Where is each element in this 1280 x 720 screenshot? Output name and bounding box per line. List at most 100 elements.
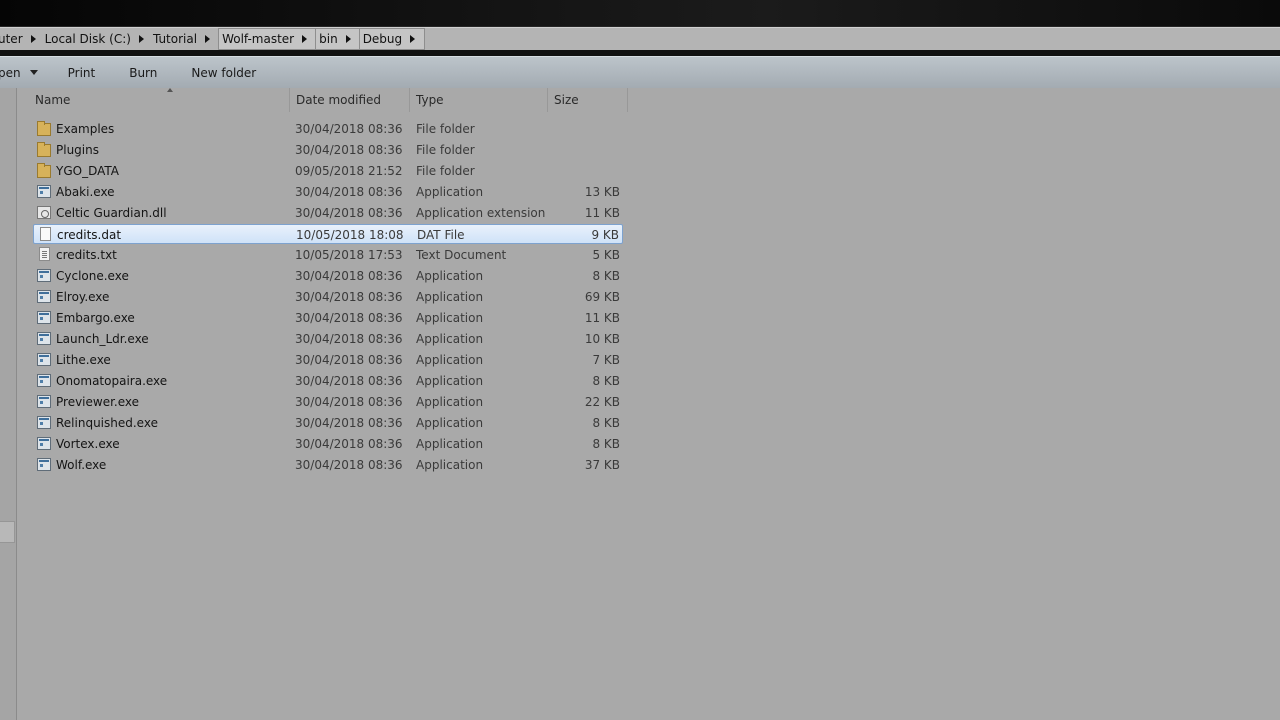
- file-size: 8 KB: [592, 374, 620, 388]
- dll-icon: [37, 206, 51, 219]
- file-type: File folder: [416, 164, 475, 178]
- file-row[interactable]: Onomatopaira.exe 30/04/2018 08:36 Applicat…: [33, 371, 623, 391]
- navigation-pane[interactable]: [0, 88, 17, 720]
- file-name: Examples: [56, 122, 115, 136]
- breadcrumb-debug[interactable]: Debug: [358, 28, 426, 50]
- application-icon: [37, 290, 51, 303]
- breadcrumb-arrow-icon[interactable]: [30, 35, 36, 43]
- file-date-modified: 30/04/2018 08:36: [295, 395, 403, 409]
- window-title-bar: [0, 0, 1280, 26]
- breadcrumb-bin[interactable]: bin: [315, 28, 361, 50]
- open-button-label: pen: [0, 65, 21, 80]
- file-size: 8 KB: [592, 269, 620, 283]
- file-row[interactable]: Cyclone.exe 30/04/2018 08:36 Application 8 …: [33, 266, 623, 286]
- breadcrumb-arrow-icon[interactable]: [138, 35, 144, 43]
- breadcrumb-label: uter: [0, 32, 23, 46]
- file-date-modified: 30/04/2018 08:36: [295, 122, 403, 136]
- breadcrumb-local-disk[interactable]: Local Disk (C:): [45, 29, 153, 49]
- print-button[interactable]: Print: [60, 61, 104, 85]
- file-row[interactable]: Abaki.exe 30/04/2018 08:36 Application 13 K…: [33, 182, 623, 202]
- column-header-label: Name: [35, 93, 71, 107]
- file-row[interactable]: Wolf.exe 30/04/2018 08:36 Application 37 KB: [33, 455, 623, 475]
- file-date-modified: 30/04/2018 08:36: [295, 458, 403, 472]
- file-row[interactable]: Lithe.exe 30/04/2018 08:36 Application 7 KB: [33, 350, 623, 370]
- file-name: Vortex.exe: [56, 437, 120, 451]
- application-icon: [37, 416, 51, 429]
- file-row[interactable]: Examples 30/04/2018 08:36 File folder: [33, 119, 623, 139]
- column-header-name[interactable]: Name: [29, 88, 290, 112]
- file-name: Lithe.exe: [56, 353, 111, 367]
- address-bar[interactable]: uter Local Disk (C:) Tutorial Wolf-maste…: [0, 27, 1280, 51]
- breadcrumb-arrow-icon[interactable]: [302, 35, 308, 43]
- breadcrumb-arrow-icon[interactable]: [345, 35, 351, 43]
- file-name: credits.dat: [57, 228, 122, 242]
- file-name: Embargo.exe: [56, 311, 135, 325]
- folder-icon: [37, 142, 51, 157]
- file-type: Application: [416, 332, 484, 346]
- file-type: Application: [416, 374, 484, 388]
- breadcrumb-label: Debug: [362, 32, 403, 46]
- file-name: Celtic Guardian.dll: [56, 206, 167, 220]
- column-header-size[interactable]: Size: [548, 88, 628, 112]
- file-name: Relinquished.exe: [56, 416, 158, 430]
- file-size: 37 KB: [584, 458, 620, 472]
- new-folder-button[interactable]: New folder: [183, 61, 264, 85]
- file-name: Cyclone.exe: [56, 269, 129, 283]
- burn-button[interactable]: Burn: [121, 61, 165, 85]
- file-size: 9 KB: [591, 228, 619, 242]
- application-icon: [37, 311, 51, 324]
- column-header-date[interactable]: Date modified: [290, 88, 410, 112]
- file-size: 7 KB: [592, 353, 620, 367]
- file-row[interactable]: Embargo.exe 30/04/2018 08:36 Application 11…: [33, 308, 623, 328]
- breadcrumb-wolf-master[interactable]: Wolf-master: [218, 28, 318, 50]
- file-row[interactable]: Plugins 30/04/2018 08:36 File folder: [33, 140, 623, 160]
- file-size: 22 KB: [584, 395, 620, 409]
- navigation-pane-selected-item[interactable]: [0, 521, 15, 543]
- application-icon: [37, 185, 51, 198]
- file-row[interactable]: Celtic Guardian.dll 30/04/2018 08:36 Appli…: [33, 203, 623, 223]
- breadcrumb-computer[interactable]: uter: [0, 29, 45, 49]
- file-size: 8 KB: [592, 416, 620, 430]
- file-date-modified: 30/04/2018 08:36: [295, 374, 403, 388]
- breadcrumb-arrow-icon[interactable]: [410, 35, 416, 43]
- file-row[interactable]: Elroy.exe 30/04/2018 08:36 Application 69 K…: [33, 287, 623, 307]
- file-date-modified: 30/04/2018 08:36: [295, 206, 403, 220]
- file-type: File folder: [416, 122, 475, 136]
- breadcrumb-label: Wolf-master: [222, 32, 295, 46]
- column-header-label: Type: [416, 93, 444, 107]
- file-row[interactable]: credits.txt 10/05/2018 17:53 Text Document…: [33, 245, 623, 265]
- file-row[interactable]: Relinquished.exe 30/04/2018 08:36 Applicat…: [33, 413, 623, 433]
- file-name: Onomatopaira.exe: [56, 374, 168, 388]
- file-row[interactable]: YGO_DATA 09/05/2018 21:52 File folder: [33, 161, 623, 181]
- chevron-down-icon[interactable]: [29, 70, 38, 75]
- file-row[interactable]: Launch_Ldr.exe 30/04/2018 08:36 Applicatio…: [33, 329, 623, 349]
- application-icon: [37, 395, 51, 408]
- file-date-modified: 30/04/2018 08:36: [295, 416, 403, 430]
- file-list-view[interactable]: Name Date modified Type Size Examples 30/…: [17, 88, 1280, 720]
- application-icon: [37, 353, 51, 366]
- breadcrumb-arrow-icon[interactable]: [205, 35, 211, 43]
- file-name: credits.txt: [56, 248, 117, 262]
- file-size: 5 KB: [592, 248, 620, 262]
- file-type: Application: [416, 185, 484, 199]
- file-date-modified: 10/05/2018 18:08: [296, 228, 404, 242]
- breadcrumb-tutorial[interactable]: Tutorial: [153, 29, 219, 49]
- print-button-label: Print: [67, 65, 96, 80]
- file-row[interactable]: credits.dat 10/05/2018 18:08 DAT File 9 KB: [33, 224, 623, 244]
- open-button[interactable]: pen: [0, 61, 60, 85]
- file-type: Application: [416, 395, 484, 409]
- file-date-modified: 30/04/2018 08:36: [295, 290, 403, 304]
- folder-icon: [37, 163, 51, 178]
- column-header-label: Size: [554, 93, 579, 107]
- file-name: YGO_DATA: [56, 164, 119, 178]
- file-type: Application: [416, 437, 484, 451]
- file-type: Application: [416, 458, 484, 472]
- file-type: Application: [416, 353, 484, 367]
- file-row[interactable]: Vortex.exe 30/04/2018 08:36 Application 8 K…: [33, 434, 623, 454]
- file-date-modified: 30/04/2018 08:36: [295, 353, 403, 367]
- file-row[interactable]: Previewer.exe 30/04/2018 08:36 Application…: [33, 392, 623, 412]
- file-size: 13 KB: [584, 185, 620, 199]
- column-header-type[interactable]: Type: [410, 88, 548, 112]
- file-name: Abaki.exe: [56, 185, 115, 199]
- application-icon: [37, 458, 51, 471]
